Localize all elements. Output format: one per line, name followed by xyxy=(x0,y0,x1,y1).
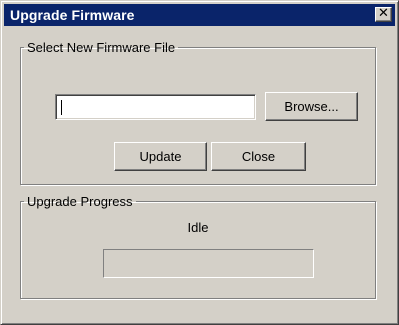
close-icon: ✕ xyxy=(378,6,389,21)
close-button[interactable]: Close xyxy=(211,142,306,171)
browse-button[interactable]: Browse... xyxy=(265,92,358,121)
update-button[interactable]: Update xyxy=(114,142,207,171)
firmware-file-field[interactable] xyxy=(55,94,259,120)
progress-bar xyxy=(103,249,314,278)
upgrade-progress-group: Upgrade Progress xyxy=(20,194,376,299)
close-window-button[interactable]: ✕ xyxy=(375,7,392,22)
firmware-file-input[interactable] xyxy=(58,97,259,117)
title-bar[interactable]: Upgrade Firmware ✕ xyxy=(4,4,395,26)
upgrade-progress-legend: Upgrade Progress xyxy=(27,194,133,209)
status-text: Idle xyxy=(187,220,209,235)
select-firmware-legend: Select New Firmware File xyxy=(27,40,176,55)
text-caret xyxy=(61,100,62,115)
window-title: Upgrade Firmware xyxy=(10,7,135,23)
